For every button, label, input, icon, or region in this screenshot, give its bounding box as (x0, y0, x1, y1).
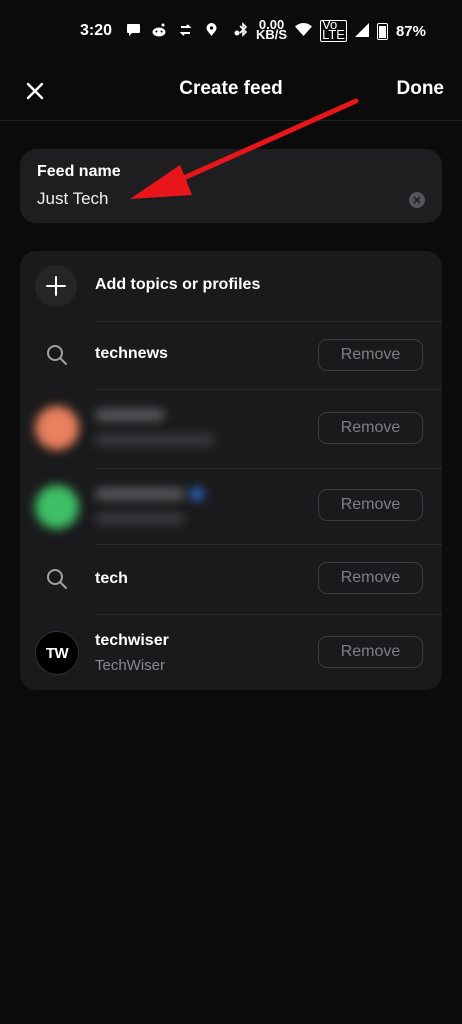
battery-icon (376, 22, 388, 40)
list-item: Remove (20, 389, 442, 468)
done-button[interactable]: Done (397, 78, 445, 100)
network-speed-unit: KB/S (256, 27, 288, 42)
list-item: tech Remove (20, 544, 442, 614)
list-item: Remove (20, 468, 442, 544)
sync-icon (177, 23, 193, 40)
clear-input-button[interactable] (409, 192, 425, 208)
page-title: Create feed (179, 78, 283, 99)
reddit-icon (151, 23, 167, 40)
battery-percentage: 87% (395, 22, 426, 40)
system-icons: 0.00 KB/S Vo LTE 87% (238, 18, 426, 42)
topic-label: tech (95, 570, 128, 587)
remove-button[interactable]: Remove (318, 412, 423, 444)
volte-bottom: LTE (322, 27, 345, 42)
verified-badge (190, 488, 204, 500)
cell-signal-icon (354, 22, 369, 40)
profile-display-name: TechWiser (95, 657, 166, 674)
avatar (35, 485, 79, 529)
redacted-name (95, 409, 165, 421)
feed-name-input[interactable]: Just Tech (37, 189, 109, 209)
topic-label: technews (95, 345, 168, 362)
status-bar: 3:20 0.00 KB/S Vo LTE 87% (0, 0, 462, 62)
profile-name: techwiser (95, 632, 169, 649)
remove-button[interactable]: Remove (318, 489, 423, 521)
add-topics-label: Add topics or profiles (95, 276, 261, 293)
avatar: TW (35, 631, 79, 675)
redacted-name (95, 488, 185, 500)
status-time: 3:20 (80, 22, 113, 39)
add-button[interactable] (35, 265, 77, 307)
top-app-bar: Create feed Done (0, 62, 462, 121)
add-topics-row[interactable]: Add topics or profiles (20, 251, 442, 321)
chat-bubble-icon (125, 23, 141, 40)
notification-icons (125, 22, 245, 40)
feed-name-field[interactable]: Feed name Just Tech (20, 149, 442, 223)
remove-button[interactable]: Remove (318, 339, 423, 371)
network-speed: 0.00 KB/S (256, 18, 288, 42)
wifi-icon (295, 23, 313, 39)
avatar (35, 406, 79, 450)
list-item: TW techwiser TechWiser Remove (20, 614, 442, 690)
feed-items-list: Add topics or profiles technews Remove R… (20, 251, 442, 690)
redacted-handle (95, 513, 185, 525)
feed-name-label: Feed name (37, 163, 121, 180)
volte-badge: Vo LTE (320, 18, 347, 42)
remove-button[interactable]: Remove (318, 636, 423, 668)
bluetooth-icon (238, 22, 248, 40)
app-notification-icon (203, 22, 219, 40)
search-icon (47, 345, 67, 365)
redacted-handle (95, 434, 215, 446)
plus-icon (46, 276, 66, 296)
search-icon (47, 569, 67, 589)
clear-icon (413, 196, 421, 204)
list-item: technews Remove (20, 321, 442, 389)
remove-button[interactable]: Remove (318, 562, 423, 594)
